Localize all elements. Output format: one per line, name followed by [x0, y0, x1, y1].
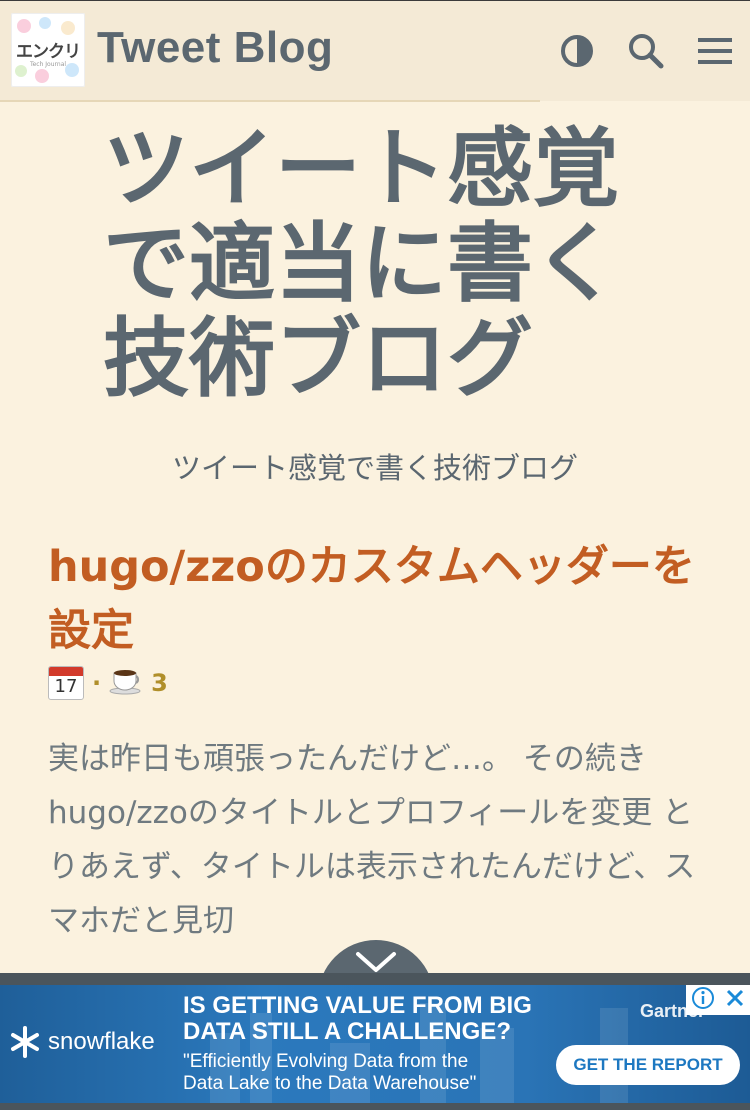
ad-headline-line-2: DATA STILL A CHALLENGE?	[183, 1018, 511, 1045]
ad-headline: IS GETTING VALUE FROM BIG DATA STILL A C…	[183, 993, 532, 1045]
hero-title: ツイート感覚で適当に書く技術ブログ	[103, 119, 619, 409]
calendar-day: 17	[54, 676, 78, 697]
theme-toggle-icon[interactable]	[557, 31, 597, 71]
logo-subtext: Tech Journal	[29, 61, 67, 68]
hero-subtitle: ツイート感覚で書く技術ブログ	[171, 451, 578, 485]
snowflake-icon	[11, 1026, 39, 1058]
menu-icon[interactable]	[696, 31, 736, 71]
bottom-bar	[0, 1103, 750, 1110]
ad-top-border	[0, 973, 750, 985]
post-title-link[interactable]: hugo/zzoのカスタムヘッダーを設定	[48, 535, 708, 663]
post-meta: 17 · 3	[48, 665, 168, 701]
get-report-button[interactable]: GET THE REPORT	[556, 1045, 740, 1085]
reading-time: 3	[151, 669, 168, 697]
ad-controls	[686, 985, 750, 1015]
logo-text: エンクリ	[16, 42, 81, 62]
ad-quote-line-2: Data Lake to the Data Warehouse"	[183, 1073, 477, 1094]
header-progress-line	[0, 100, 540, 102]
ad-brand: snowflake	[48, 1028, 155, 1055]
calendar-icon: 17	[48, 666, 84, 700]
ad-quote-line-1: "Efficiently Evolving Data from the	[183, 1051, 469, 1072]
snowflake-logo: snowflake	[8, 1025, 155, 1059]
coffee-icon	[109, 665, 143, 701]
search-icon[interactable]	[626, 31, 666, 71]
ad-headline-line-1: IS GETTING VALUE FROM BIG	[183, 992, 532, 1019]
site-header: エンクリ Tech Journal Tweet Blog	[0, 0, 750, 102]
ad-close-icon[interactable]	[724, 987, 746, 1013]
post-excerpt: 実は昨日も頑張ったんだけど…。 その続き hugo/zzoのタイトルとプロフィー…	[48, 741, 696, 939]
site-title[interactable]: Tweet Blog	[97, 23, 333, 73]
site-logo[interactable]: エンクリ Tech Journal	[11, 13, 85, 87]
ad-info-icon[interactable]	[691, 986, 715, 1014]
ad-quote: "Efficiently Evolving Data from the Data…	[183, 1051, 476, 1095]
meta-separator: ·	[92, 669, 102, 697]
advertisement-banner[interactable]: snowflake IS GETTING VALUE FROM BIG DATA…	[0, 985, 750, 1103]
